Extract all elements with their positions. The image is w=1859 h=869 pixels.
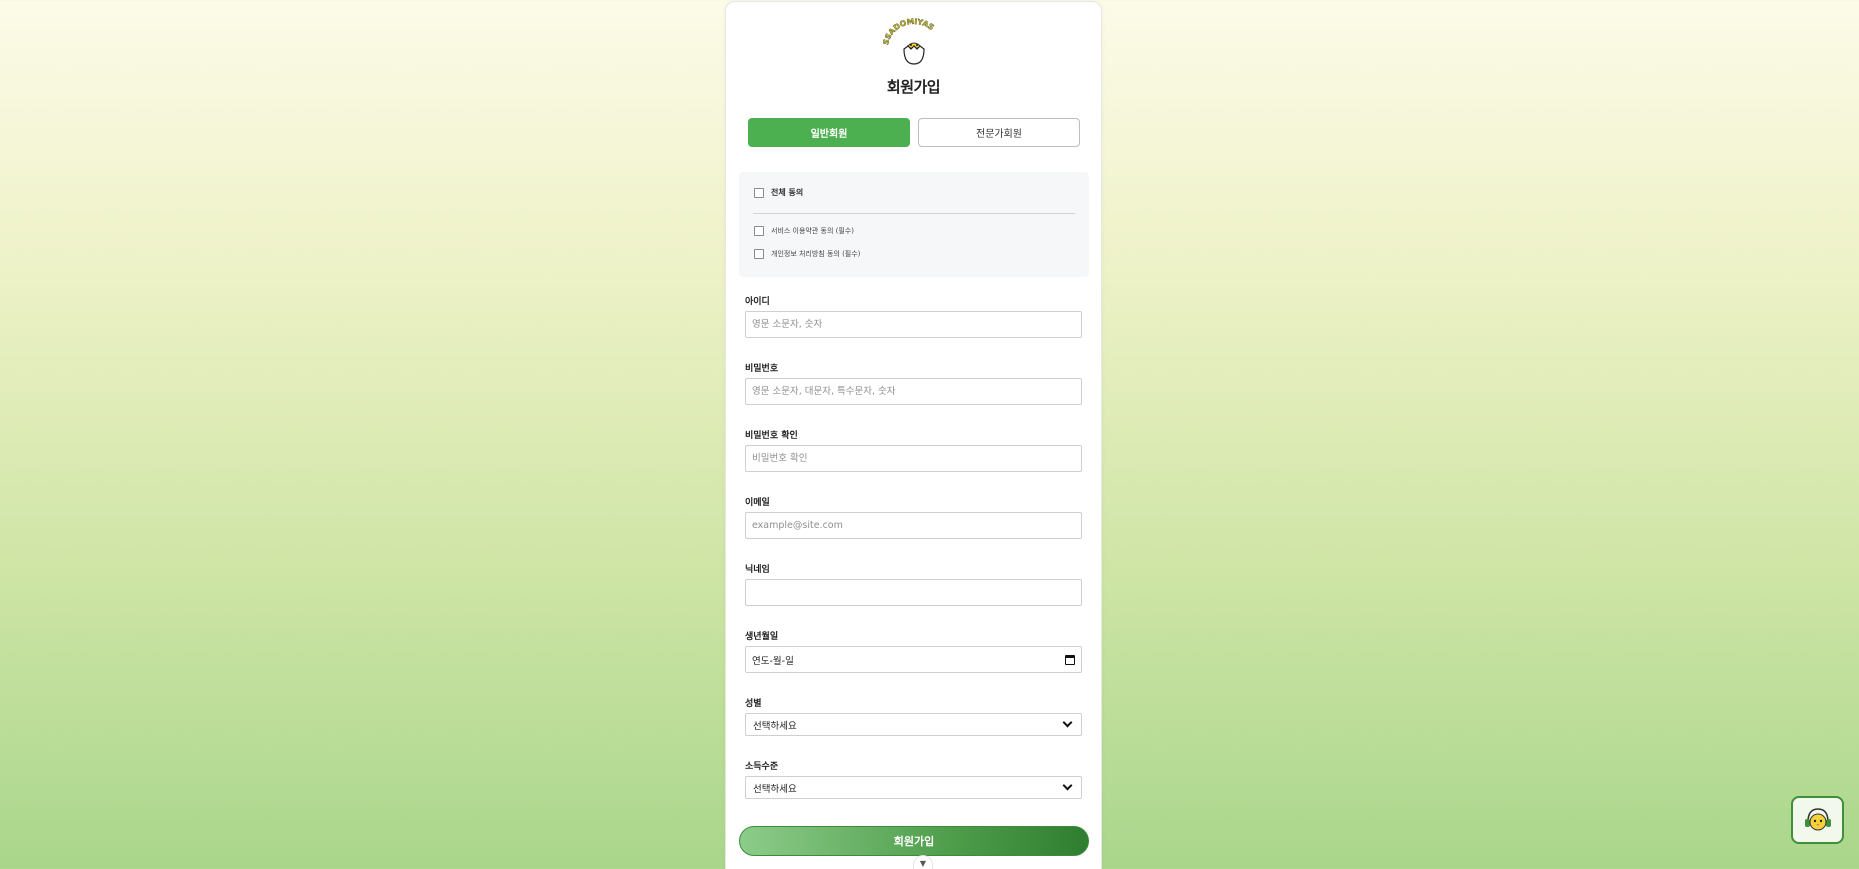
agree-all-row[interactable]: 전체 동의 [754,187,803,198]
agree-terms-row[interactable]: 서비스 이용약관 동의 (필수) [754,226,854,236]
signup-submit-button[interactable]: 회원가입 [739,826,1089,856]
gender-label: 성별 [745,699,762,709]
email-label: 이메일 [745,498,770,508]
agree-all-label: 전체 동의 [771,188,804,197]
nickname-label: 닉네임 [745,565,770,575]
agree-privacy-row[interactable]: 개인정보 처리방침 동의 (필수) [754,249,860,259]
agreement-divider [753,213,1075,214]
hatching-chick-icon: SSADOMIYAS [881,17,936,65]
birthdate-input[interactable]: 연도-월-일 [745,646,1082,673]
agree-privacy-checkbox[interactable] [754,249,764,259]
gender-selected-value: 선택하세요 [753,720,797,732]
chevron-down-icon [1062,717,1073,728]
income-selected-value: 선택하세요 [753,783,797,795]
svg-text:SSADOMIYAS: SSADOMIYAS [882,18,936,46]
site-logo[interactable]: SSADOMIYAS [881,17,946,66]
password-confirm-input[interactable] [745,445,1082,472]
page-title: 회원가입 [886,78,941,96]
gender-select[interactable]: 선택하세요 [745,713,1082,736]
id-label: 아이디 [745,297,770,307]
password-input[interactable] [745,378,1082,405]
agree-all-checkbox[interactable] [754,187,764,198]
income-label: 소득수준 [745,762,779,772]
nickname-input[interactable] [745,579,1082,606]
tab-expert-member[interactable]: 전문가회원 [918,118,1080,147]
password-label: 비밀번호 [745,364,779,374]
chatbot-launcher-button[interactable] [1791,796,1844,844]
agree-terms-checkbox[interactable] [754,226,764,236]
agree-terms-label: 서비스 이용약관 동의 (필수) [771,227,854,235]
agree-privacy-label: 개인정보 처리방침 동의 (필수) [771,250,861,258]
chevron-down-icon [1062,780,1073,791]
scroll-down-icon[interactable]: ▼ [913,855,933,869]
income-select[interactable]: 선택하세요 [745,776,1082,799]
calendar-icon[interactable] [1065,654,1075,665]
birthdate-value: 연도-월-일 [752,655,794,667]
email-input[interactable] [745,512,1082,539]
chick-headset-icon [1804,808,1831,831]
id-input[interactable] [745,311,1082,338]
signup-card: SSADOMIYAS 회원가입 일반회원 전문가회원 전체 동의 서비스 이용약… [725,1,1102,869]
password-confirm-label: 비밀번호 확인 [745,431,798,441]
birthdate-label: 생년월일 [745,632,779,642]
tab-general-member[interactable]: 일반회원 [748,118,910,147]
agreement-section: 전체 동의 서비스 이용약관 동의 (필수) 개인정보 처리방침 동의 (필수) [739,172,1089,277]
